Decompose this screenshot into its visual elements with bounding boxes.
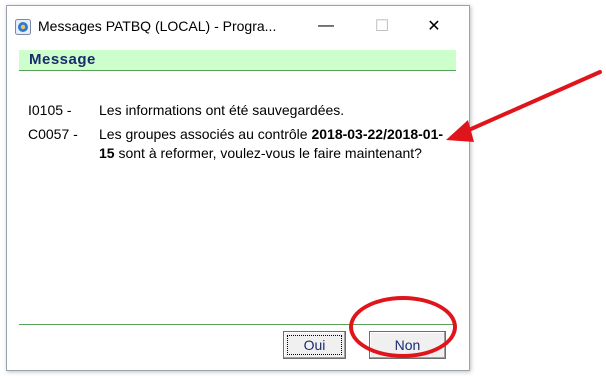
- dialog-window: Messages PATBQ (LOCAL) - Progra... — ☐ ✕…: [6, 5, 470, 371]
- non-button[interactable]: Non: [369, 331, 446, 359]
- window-title: Messages PATBQ (LOCAL) - Progra...: [38, 18, 277, 34]
- message-text-part: Les groupes associés au contrôle: [99, 126, 312, 142]
- message-header-title: Message: [29, 51, 96, 68]
- message-code: I0105 -: [28, 102, 72, 118]
- message-header: Message: [19, 50, 456, 71]
- oui-button[interactable]: Oui: [283, 331, 346, 359]
- app-icon: [15, 19, 31, 35]
- message-text-part: sont à reformer, voulez-vous le faire ma…: [114, 145, 422, 161]
- message-text: Les informations ont été sauvegardées.: [99, 102, 345, 118]
- close-button[interactable]: ✕: [411, 11, 457, 41]
- message-text: Les groupes associés au contrôle 2018-03…: [99, 125, 449, 163]
- minimize-button[interactable]: —: [303, 11, 349, 41]
- maximize-button[interactable]: ☐: [359, 11, 405, 41]
- dialog-content: Message I0105 - Les informations ont été…: [19, 48, 457, 366]
- title-bar: Messages PATBQ (LOCAL) - Progra... — ☐ ✕: [7, 6, 469, 46]
- footer-divider: [19, 324, 456, 325]
- message-code: C0057 -: [28, 126, 78, 142]
